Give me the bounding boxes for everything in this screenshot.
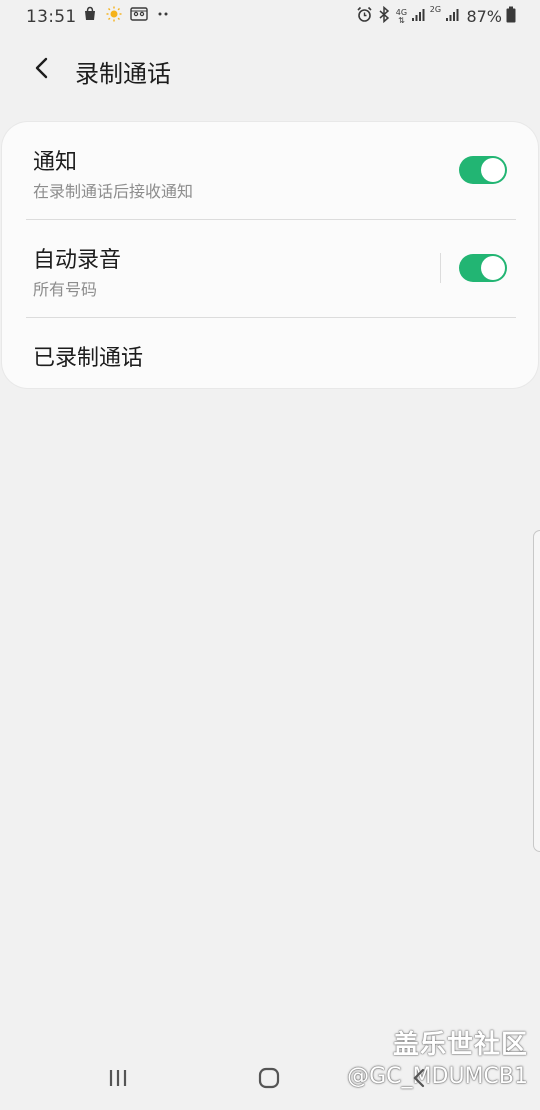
back-arrow-icon xyxy=(32,56,52,84)
status-bar: 13:51 4G ⇅ 2G 87% xyxy=(0,0,540,34)
alarm-icon xyxy=(356,6,373,27)
recorded-calls-title: 已录制通话 xyxy=(33,346,144,371)
nav-back-icon xyxy=(409,1067,431,1093)
notification-toggle[interactable] xyxy=(459,156,507,184)
navigation-bar xyxy=(0,1050,540,1110)
header: 录制通话 xyxy=(0,40,540,104)
toggle-knob xyxy=(481,256,505,280)
nav-back-button[interactable] xyxy=(400,1064,440,1096)
auto-record-title: 自动录音 xyxy=(33,248,122,273)
edge-panel-handle[interactable] xyxy=(533,530,540,852)
notification-title: 通知 xyxy=(33,150,78,175)
recorded-calls-row[interactable]: 已录制通话 xyxy=(2,318,538,388)
home-button[interactable] xyxy=(249,1064,289,1096)
signal-icon xyxy=(411,7,425,26)
battery-icon xyxy=(506,6,516,27)
status-right-icons: 4G ⇅ 2G 87% xyxy=(356,6,516,27)
network-2g-indicator: 2G xyxy=(429,5,442,14)
vertical-divider xyxy=(440,253,441,283)
status-time: 13:51 xyxy=(26,7,77,27)
more-dots-icon xyxy=(156,6,170,26)
back-button[interactable] xyxy=(22,50,62,90)
signal-icon xyxy=(445,7,459,26)
recent-apps-button[interactable] xyxy=(98,1064,138,1096)
network-4g-indicator: 4G ⇅ xyxy=(395,7,408,25)
shopping-bag-icon xyxy=(82,6,98,26)
auto-record-subtitle: 所有号码 xyxy=(33,280,98,299)
recent-apps-icon xyxy=(107,1068,129,1092)
settings-card: 通知 在录制通话后接收通知 自动录音 所有号码 已录制通话 xyxy=(2,122,538,388)
home-icon xyxy=(258,1067,280,1093)
notification-row[interactable]: 通知 在录制通话后接收通知 xyxy=(2,122,538,219)
toggle-knob xyxy=(481,158,505,182)
bluetooth-icon xyxy=(377,5,391,27)
auto-record-toggle[interactable] xyxy=(459,254,507,282)
page-title: 录制通话 xyxy=(75,60,171,88)
weather-sun-icon xyxy=(106,6,122,26)
status-left-icons xyxy=(82,6,170,26)
notification-subtitle: 在录制通话后接收通知 xyxy=(33,182,194,201)
cassette-icon xyxy=(130,6,148,26)
auto-record-row[interactable]: 自动录音 所有号码 xyxy=(2,220,538,317)
battery-percent: 87% xyxy=(466,7,502,26)
